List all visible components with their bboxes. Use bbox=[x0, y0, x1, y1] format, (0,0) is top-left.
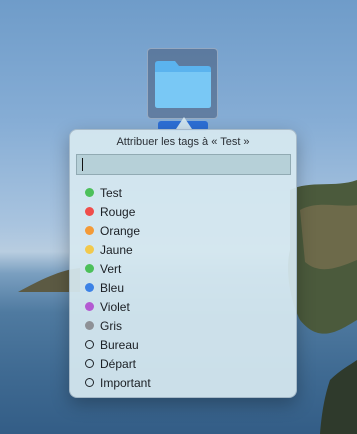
tag-item[interactable]: Rouge bbox=[85, 202, 151, 221]
tag-color-dot-icon bbox=[85, 245, 94, 254]
tag-label: Départ bbox=[100, 356, 137, 371]
tag-label: Orange bbox=[100, 223, 141, 238]
tag-item[interactable]: Gris bbox=[85, 316, 151, 335]
popover-title: Attribuer les tags à « Test » bbox=[116, 136, 250, 148]
popover-arrow bbox=[176, 117, 192, 129]
tag-item[interactable]: Jaune bbox=[85, 240, 151, 259]
tag-label: Bureau bbox=[100, 337, 139, 352]
selected-folder[interactable] bbox=[147, 48, 218, 119]
tag-color-dot-icon bbox=[85, 283, 94, 292]
tag-empty-circle-icon bbox=[85, 378, 94, 387]
tag-label: Vert bbox=[100, 261, 122, 276]
tag-color-dot-icon bbox=[85, 188, 94, 197]
tag-label: Rouge bbox=[100, 204, 136, 219]
tag-label: Jaune bbox=[100, 242, 133, 257]
tag-label: Gris bbox=[100, 318, 122, 333]
tag-label: Important bbox=[100, 375, 151, 390]
tag-color-dot-icon bbox=[85, 207, 94, 216]
tag-item[interactable]: Bleu bbox=[85, 278, 151, 297]
text-caret bbox=[82, 158, 83, 171]
tag-item[interactable]: Bureau bbox=[85, 335, 151, 354]
tag-item[interactable]: Important bbox=[85, 373, 151, 392]
tag-color-dot-icon bbox=[85, 302, 94, 311]
tag-label: Bleu bbox=[100, 280, 125, 295]
tag-item[interactable]: Violet bbox=[85, 297, 151, 316]
folder-icon bbox=[155, 61, 211, 108]
tag-label: Violet bbox=[100, 299, 130, 314]
tag-color-dot-icon bbox=[85, 226, 94, 235]
tag-search-input[interactable] bbox=[76, 154, 291, 175]
tags-popover: Attribuer les tags à « Test » Test Rouge O… bbox=[69, 129, 297, 398]
tag-color-dot-icon bbox=[85, 321, 94, 330]
tag-label: Test bbox=[100, 185, 123, 200]
tag-empty-circle-icon bbox=[85, 340, 94, 349]
tag-list: Test Rouge Orange Jaune Vert Bleu Violet Gris Bu… bbox=[85, 183, 151, 392]
tag-item[interactable]: Départ bbox=[85, 354, 151, 373]
tag-item[interactable]: Vert bbox=[85, 259, 151, 278]
tag-empty-circle-icon bbox=[85, 359, 94, 368]
tag-item[interactable]: Test bbox=[85, 183, 151, 202]
tag-color-dot-icon bbox=[85, 264, 94, 273]
tag-item[interactable]: Orange bbox=[85, 221, 151, 240]
